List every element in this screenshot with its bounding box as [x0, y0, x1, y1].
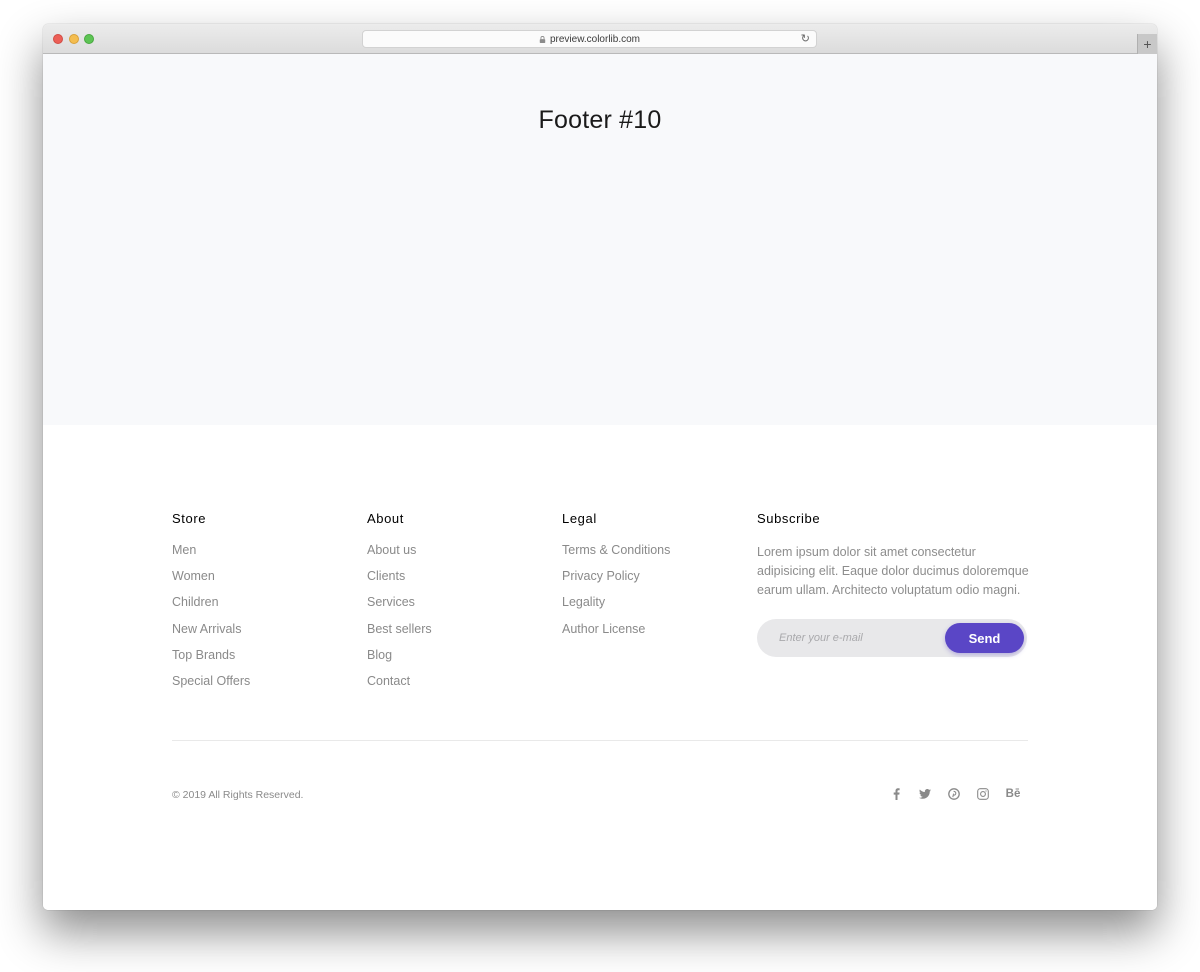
column-heading: Subscribe: [757, 511, 821, 526]
social-links: Bē: [874, 787, 1021, 801]
close-window-button[interactable]: [53, 34, 63, 44]
link-list: Men Women Children New Arrivals Top Bran…: [172, 543, 250, 700]
instagram-icon[interactable]: [976, 787, 990, 801]
page-viewport: Footer #10 Store Men Women Children New …: [43, 54, 1157, 910]
email-input[interactable]: [779, 619, 939, 657]
minimize-window-button[interactable]: [69, 34, 79, 44]
footer-column-subscribe: Subscribe Lorem ipsum dolor sit amet con…: [757, 511, 1029, 657]
pinterest-icon[interactable]: [947, 787, 961, 801]
footer-link-blog[interactable]: Blog: [367, 648, 432, 674]
behance-icon[interactable]: Bē: [1005, 787, 1021, 801]
footer-link-about-us[interactable]: About us: [367, 543, 432, 569]
subscribe-description: Lorem ipsum dolor sit amet consectetur a…: [757, 545, 1029, 597]
footer-link-children[interactable]: Children: [172, 595, 250, 621]
footer-link-best-sellers[interactable]: Best sellers: [367, 622, 432, 648]
copyright-text: © 2019 All Rights Reserved.: [172, 789, 304, 801]
footer-column-store: Store Men Women Children New Arrivals To…: [172, 511, 250, 700]
site-footer: Store Men Women Children New Arrivals To…: [43, 425, 1157, 910]
maximize-window-button[interactable]: [84, 34, 94, 44]
footer-divider: [172, 740, 1028, 741]
address-bar[interactable]: preview.colorlib.com ↻: [362, 30, 817, 48]
footer-link-special-offers[interactable]: Special Offers: [172, 674, 250, 700]
url-text: preview.colorlib.com: [549, 33, 641, 45]
browser-window: preview.colorlib.com ↻ + Footer #10 Stor…: [43, 24, 1157, 910]
footer-link-author-license[interactable]: Author License: [562, 622, 670, 648]
footer-link-contact[interactable]: Contact: [367, 674, 432, 700]
column-heading: Legal: [562, 511, 597, 526]
browser-titlebar: preview.colorlib.com ↻ +: [43, 24, 1157, 54]
footer-link-top-brands[interactable]: Top Brands: [172, 648, 250, 674]
new-tab-button[interactable]: +: [1137, 34, 1157, 54]
facebook-icon[interactable]: [889, 787, 903, 801]
footer-link-men[interactable]: Men: [172, 543, 250, 569]
column-heading: Store: [172, 511, 207, 526]
column-heading: About: [367, 511, 404, 526]
footer-link-terms[interactable]: Terms & Conditions: [562, 543, 670, 569]
send-button[interactable]: Send: [945, 623, 1024, 653]
hero-section: Footer #10: [43, 54, 1157, 425]
footer-link-privacy-policy[interactable]: Privacy Policy: [562, 569, 670, 595]
footer-column-about: About About us Clients Services Best sel…: [367, 511, 432, 700]
lock-icon: [539, 35, 546, 43]
footer-link-legality[interactable]: Legality: [562, 595, 670, 621]
footer-column-legal: Legal Terms & Conditions Privacy Policy …: [562, 511, 670, 648]
footer-link-women[interactable]: Women: [172, 569, 250, 595]
footer-link-services[interactable]: Services: [367, 595, 432, 621]
reload-icon[interactable]: ↻: [801, 32, 810, 45]
footer-link-new-arrivals[interactable]: New Arrivals: [172, 622, 250, 648]
footer-link-clients[interactable]: Clients: [367, 569, 432, 595]
link-list: Terms & Conditions Privacy Policy Legali…: [562, 543, 670, 648]
twitter-icon[interactable]: [918, 787, 932, 801]
page-title: Footer #10: [538, 106, 662, 134]
link-list: About us Clients Services Best sellers B…: [367, 543, 432, 700]
subscribe-form: Send: [757, 619, 1027, 657]
